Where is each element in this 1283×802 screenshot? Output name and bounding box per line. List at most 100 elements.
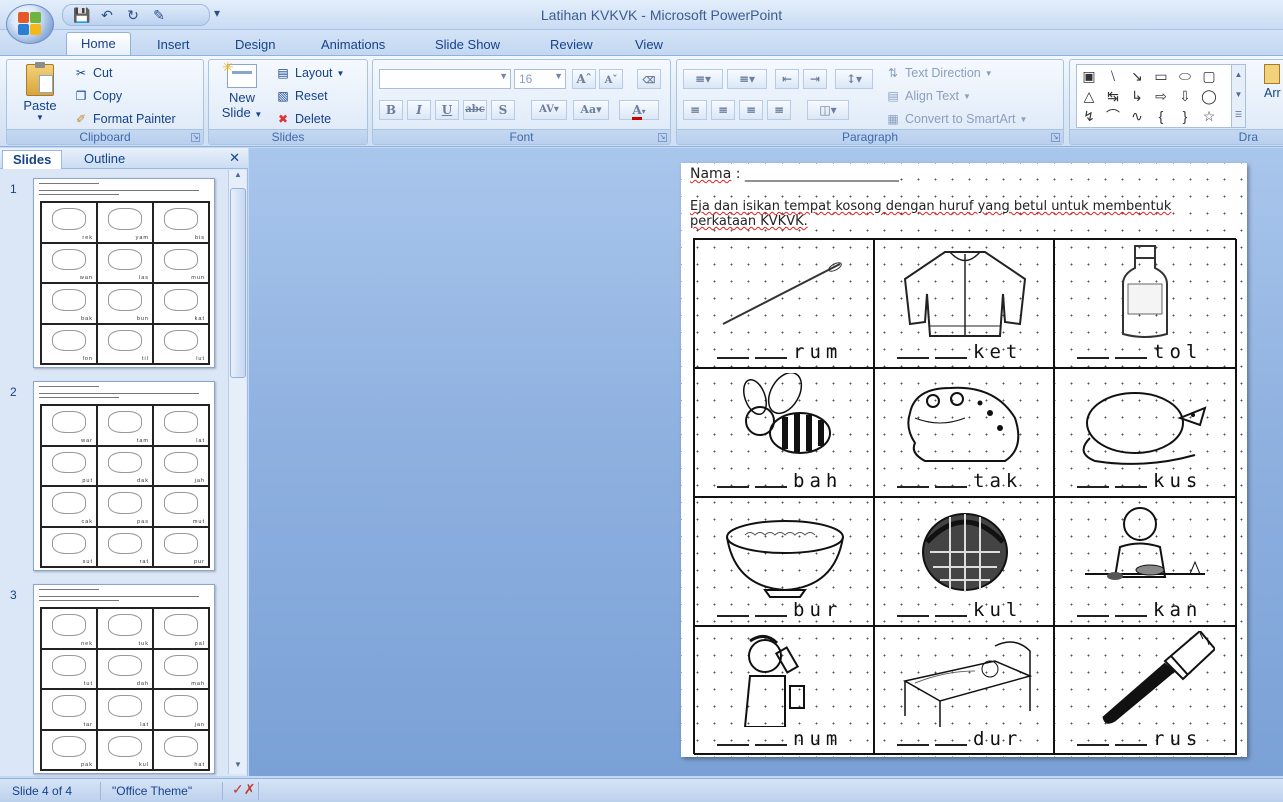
columns-button[interactable]: ◫▾ — [807, 100, 849, 120]
decrease-indent-button[interactable]: ⇤ — [775, 69, 799, 89]
font-launcher-icon[interactable]: ↘ — [658, 133, 667, 142]
thumb-picture-icon — [164, 654, 198, 676]
font-size-combo[interactable]: 16 ▼ — [514, 69, 566, 89]
new-slide-icon: ✳ — [222, 59, 257, 88]
reset-button[interactable]: ▧ Reset — [275, 89, 327, 103]
character-spacing-button[interactable]: AV▾ — [531, 100, 567, 120]
word-ending: dur — [973, 728, 1023, 750]
oval-shape-icon[interactable]: ⬭ — [1175, 67, 1195, 85]
thumb-picture-icon — [52, 248, 86, 270]
italic-button[interactable]: I — [407, 100, 431, 120]
align-right-button[interactable]: ≡ — [739, 100, 763, 120]
layout-button[interactable]: ▤ Layout ▼ — [275, 66, 344, 80]
align-left-button[interactable]: ≡ — [683, 100, 707, 120]
align-center-button[interactable]: ≡ — [711, 100, 735, 120]
line-shape-icon[interactable]: ⧵ — [1103, 67, 1123, 85]
blank-lines — [897, 357, 967, 360]
strikethrough-button[interactable]: abc — [463, 100, 487, 120]
slide-thumbnail[interactable]: rek yam bis wan las mun bak bun kat lon til lut — [33, 178, 215, 368]
bottle-icon — [1122, 245, 1168, 338]
arc-shape-icon[interactable]: ⌒ — [1103, 107, 1123, 125]
scroll-thumb[interactable] — [230, 188, 246, 378]
elbow-arrow-shape-icon[interactable]: ↳ — [1127, 87, 1147, 105]
tab-animations[interactable]: Animations — [307, 34, 399, 56]
right-arrow-shape-icon[interactable]: ⇨ — [1151, 87, 1171, 105]
tab-slides[interactable]: Slides — [2, 150, 63, 169]
tab-home[interactable]: Home — [66, 32, 131, 57]
slide-thumbnail[interactable]: nek tuk pal tut dah mah tar lat jan pak kul hat — [33, 584, 215, 774]
bullets-button[interactable]: ≡▾ — [683, 69, 723, 89]
triangle-shape-icon[interactable]: △ — [1079, 87, 1099, 105]
clear-formatting-button[interactable]: ⌫ — [637, 69, 661, 89]
shrink-font-button[interactable]: Aˇ — [599, 69, 623, 89]
spelling-check-icon[interactable]: ✓✗ — [232, 781, 255, 798]
scroll-up-icon[interactable]: ▲ — [230, 170, 246, 184]
delete-button[interactable]: ✖ Delete — [275, 112, 331, 126]
change-case-button[interactable]: Aa▾ — [573, 100, 609, 120]
instruction-text[interactable]: Eja dan isikan tempat kosong dengan huru… — [690, 199, 1210, 229]
align-text-button[interactable]: ▤ Align Text ▼ — [885, 89, 971, 103]
name-line[interactable]: Nama : ______________________ — [690, 166, 899, 182]
delete-icon: ✖ — [277, 112, 289, 126]
thumb-word: pur — [194, 559, 205, 565]
thumb-cell: bun — [97, 283, 153, 324]
format-painter-button[interactable]: ✐ Format Painter — [73, 112, 176, 126]
current-slide[interactable]: Nama : ______________________ Eja dan is… — [681, 163, 1247, 757]
text-box-shape-icon[interactable]: ▣ — [1079, 67, 1099, 85]
lightning-shape-icon[interactable]: ↯ — [1079, 107, 1099, 125]
down-arrow-shape-icon[interactable]: ⇩ — [1175, 87, 1195, 105]
pane-scrollbar[interactable]: ▲ ▼ — [228, 170, 246, 774]
underline-button[interactable]: U — [435, 100, 459, 120]
convert-smartart-button[interactable]: ▦ Convert to SmartArt ▼ — [885, 112, 1027, 126]
arrange-button[interactable]: Arr — [1264, 64, 1281, 100]
increase-indent-button[interactable]: ⇥ — [803, 69, 827, 89]
font-color-icon: A — [632, 103, 642, 120]
shadow-button[interactable]: S — [491, 100, 515, 120]
paragraph-launcher-icon[interactable]: ↘ — [1051, 133, 1060, 142]
right-brace-shape-icon[interactable]: } — [1175, 107, 1195, 125]
tab-slide-show[interactable]: Slide Show — [421, 34, 514, 56]
grow-font-button[interactable]: Aˆ — [572, 69, 596, 89]
cut-button[interactable]: ✂ Cut — [73, 66, 112, 80]
numbering-button[interactable]: ≡▾ — [727, 69, 767, 89]
font-size-value: 16 — [519, 72, 533, 86]
scroll-down-icon[interactable]: ▼ — [230, 760, 246, 774]
arrow-line-shape-icon[interactable]: ↘ — [1127, 67, 1147, 85]
bold-button[interactable]: B — [379, 100, 403, 120]
shapes-gallery[interactable]: ▣ ⧵ ↘ ▭ ⬭ ▢ △ ↹ ↳ ⇨ ⇩ ◯ ↯ ⌒ ∿ { } ☆ ▲ ▼ ☰ — [1076, 64, 1246, 128]
font-name-combo[interactable]: ▼ — [379, 69, 511, 89]
clipboard-launcher-icon[interactable]: ↘ — [191, 133, 200, 142]
tab-outline[interactable]: Outline — [74, 150, 135, 169]
change-case-icon: Aa▾ — [580, 103, 602, 116]
line-spacing-button[interactable]: ↕▾ — [835, 69, 873, 89]
office-button[interactable] — [6, 4, 54, 44]
thumb-picture-icon — [108, 248, 142, 270]
gallery-scroll-icon[interactable]: ▲ ▼ ☰ — [1231, 65, 1245, 127]
tab-review[interactable]: Review — [536, 34, 607, 56]
left-brace-shape-icon[interactable]: { — [1151, 107, 1171, 125]
thumb-instruction-line — [39, 190, 199, 191]
paste-button[interactable]: Paste ▼ — [17, 62, 63, 122]
close-icon[interactable]: ✕ — [229, 150, 240, 166]
strikethrough-icon: abc — [465, 104, 485, 115]
curve-shape-icon[interactable]: ∿ — [1127, 107, 1147, 125]
rectangle-shape-icon[interactable]: ▭ — [1151, 67, 1171, 85]
copy-button[interactable]: ❐ Copy — [73, 89, 123, 103]
new-slide-button[interactable]: ✳ New Slide ▼ — [215, 59, 269, 120]
text-direction-button[interactable]: ⇅ Text Direction ▼ — [885, 66, 993, 80]
thumb-cell: kul — [97, 729, 153, 770]
font-color-button[interactable]: A▾ — [619, 100, 659, 120]
justify-button[interactable]: ≡ — [767, 100, 791, 120]
thumb-word: tar — [83, 721, 93, 728]
theme-name[interactable]: "Office Theme" — [112, 784, 192, 798]
tab-view[interactable]: View — [621, 34, 677, 56]
line-spacing-icon: ↕▾ — [845, 72, 863, 86]
rounded-rectangle-shape-icon[interactable]: ▢ — [1199, 67, 1219, 85]
tab-insert[interactable]: Insert — [143, 34, 204, 56]
elbow-connector-shape-icon[interactable]: ↹ — [1103, 87, 1123, 105]
thumb-picture-icon — [164, 614, 198, 636]
tab-design[interactable]: Design — [221, 34, 289, 56]
star-shape-icon[interactable]: ☆ — [1199, 107, 1219, 125]
slide-thumbnail[interactable]: war tam lat put dak jah cak pas mut sut rat pur — [33, 381, 215, 571]
freeform-shape-icon[interactable]: ◯ — [1199, 87, 1219, 105]
